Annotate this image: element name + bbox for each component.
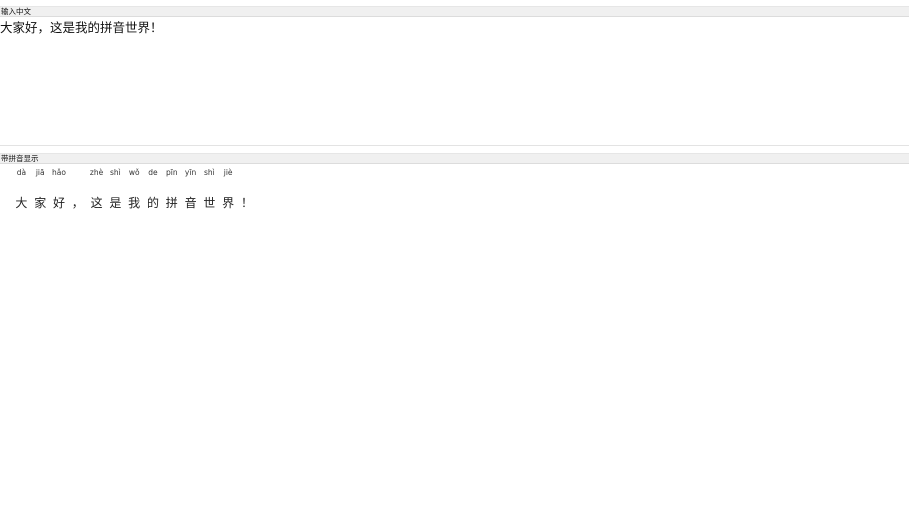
hanzi-char: 这 [90,196,103,210]
pinyin-text: wǒ [128,168,140,177]
pinyin-text: yīn [184,168,197,177]
ruby-cell: shì 世 [200,166,219,212]
hanzi-char: ， [71,196,84,210]
pinyin-text: jiè [223,168,233,177]
ruby-cell: ！ [238,166,257,212]
ruby-cell: yīn 音 [181,166,200,212]
hanzi-char: 界 [222,196,235,210]
hanzi-char: 是 [109,196,122,210]
pinyin-text: dà [16,168,27,177]
pinyin-text: pīn [165,168,178,177]
ruby-cell: jiā 家 [31,166,50,212]
pinyin-section-title: 带拼音显示 [1,154,39,163]
ruby-cell: dà 大 [12,166,31,212]
hanzi-char: 的 [146,196,159,210]
ruby-cell: wǒ 我 [125,166,144,212]
pinyin-text: shì [203,168,215,177]
ruby-cell: hǎo 好 [50,166,69,212]
pinyin-text: zhè [89,168,104,177]
input-section-header: 输入中文 [0,6,909,17]
pinyin-text: shì [110,168,121,177]
hanzi-char: 拼 [165,196,178,210]
pinyin-text: hǎo [52,168,66,177]
hanzi-char: ！ [240,196,253,210]
chinese-input-field[interactable]: 大家好，这是我的拼音世界！ [0,18,909,146]
hanzi-char: 世 [203,196,216,210]
hanzi-char: 音 [184,196,197,210]
ruby-cell: ， [68,166,87,212]
pinyin-section-header: 带拼音显示 [0,153,909,164]
pinyin-display-area: dà 大 jiā 家 hǎo 好， zhè 这 shì 是 wǒ 我 de 的 pīn 拼 yīn 音 shì 世 ji… [0,166,909,516]
hanzi-char: 我 [128,196,141,210]
pinyin-app-window: 输入中文 大家好，这是我的拼音世界！ 带拼音显示 dà 大 jiā 家 hǎo 好， zhè… [0,0,909,516]
pinyin-ruby-row: dà 大 jiā 家 hǎo 好， zhè 这 shì 是 wǒ 我 de 的 pīn 拼 yīn 音 shì 世 ji… [12,166,256,212]
ruby-cell: zhè 这 [87,166,106,212]
hanzi-char: 家 [34,196,47,210]
pinyin-text: jiā [35,168,45,177]
ruby-cell: jiè 界 [219,166,238,212]
hanzi-char: 好 [52,196,65,210]
ruby-cell: pīn 拼 [162,166,181,212]
input-section-title: 输入中文 [1,7,31,16]
ruby-cell: shì 是 [106,166,125,212]
pinyin-text: de [148,168,158,177]
ruby-cell: de 的 [144,166,163,212]
hanzi-char: 大 [15,196,28,210]
